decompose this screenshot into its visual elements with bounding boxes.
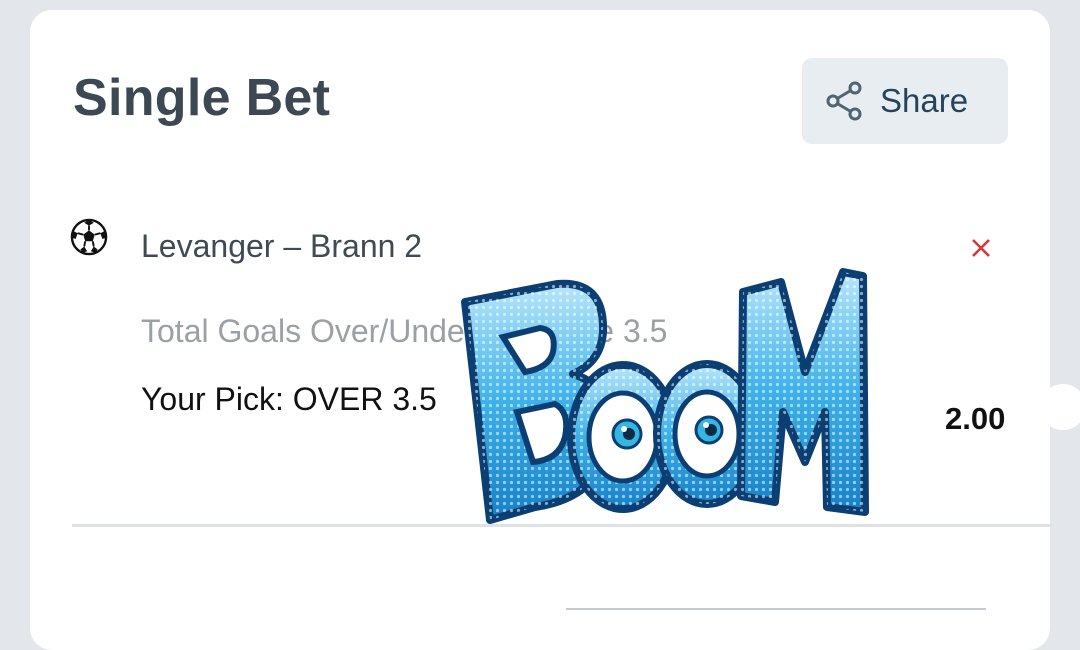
share-icon: [826, 81, 862, 121]
close-icon[interactable]: [967, 234, 995, 262]
page-title: Single Bet: [73, 69, 331, 127]
boom-letter-m: [737, 268, 869, 516]
your-pick: Your Pick: OVER 3.5: [141, 381, 437, 417]
boom-sticker: [461, 268, 869, 524]
share-button[interactable]: Share: [802, 58, 1008, 144]
match-name: Levanger – Brann 2: [141, 228, 423, 264]
soccer-ball-icon: [70, 218, 108, 256]
side-notch: [1040, 384, 1080, 430]
bottom-divider: [566, 608, 986, 610]
share-label: Share: [880, 82, 969, 119]
odds-value: 2.00: [945, 401, 1006, 436]
